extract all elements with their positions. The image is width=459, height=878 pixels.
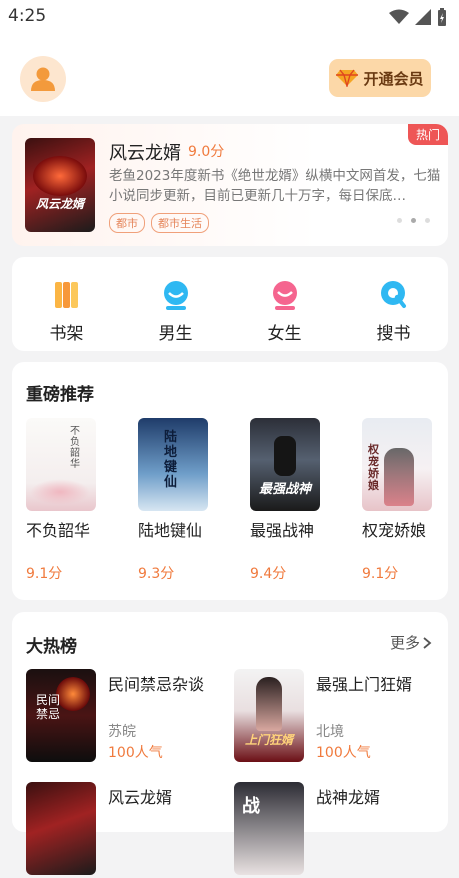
book-name: 权宠娇娘 xyxy=(362,521,427,540)
book-popularity: 100人气 xyxy=(316,745,371,761)
avatar[interactable] xyxy=(20,56,66,102)
book-cover-title: 战 xyxy=(242,796,260,817)
book-cover-title: 不负韶华 xyxy=(70,426,80,470)
banner-tag: 都市 xyxy=(109,213,145,233)
book-cover-title: 上门狂婿 xyxy=(244,733,293,747)
banner-tag: 都市生活 xyxy=(151,213,209,233)
book-title: 风云龙婿 xyxy=(108,788,173,807)
book-cover[interactable]: 民间禁忌 xyxy=(26,669,96,762)
hot-list-item[interactable]: 战 战神龙婿 xyxy=(234,782,440,878)
vip-label: 开通会员 xyxy=(363,69,424,88)
user-icon xyxy=(31,67,55,91)
book-title: 最强上门狂婿 xyxy=(316,675,413,694)
nav-female[interactable]: 女生 xyxy=(230,279,339,344)
bookshelf-icon xyxy=(54,282,78,308)
diamond-icon xyxy=(336,69,359,87)
status-bar: 4:25 xyxy=(0,0,459,34)
book-cover[interactable]: 上门狂婿 xyxy=(234,669,304,762)
recommend-book[interactable]: 陆地键仙 陆地键仙 9.3分 xyxy=(138,418,218,583)
more-label: 更多 xyxy=(389,634,420,652)
recommend-section: 重磅推荐 不负韶华 不负韶华 9.1分 陆地键仙 陆地键仙 9.3分 最强战神 … xyxy=(12,362,448,600)
book-name: 不负韶华 xyxy=(26,521,91,540)
book-score: 9.1分 xyxy=(26,566,63,582)
banner-cover-title: 风云龙婿 xyxy=(35,197,84,211)
book-cover-title: 最强战神 xyxy=(258,482,311,497)
recommend-book[interactable]: 权宠娇娘 权宠娇娘 9.1分 xyxy=(362,418,442,583)
search-book-icon xyxy=(380,281,406,308)
book-author: 北境 xyxy=(316,724,344,740)
recommend-book[interactable]: 不负韶华 不负韶华 9.1分 xyxy=(26,418,106,583)
male-icon xyxy=(163,281,188,310)
featured-banner[interactable]: 热门 风云龙婿 风云龙婿 9.0分 老鱼2023年度新书《绝世龙婿》纵横中文网首… xyxy=(12,124,448,246)
book-cover-title: 权宠娇娘 xyxy=(368,443,379,492)
carousel-dot xyxy=(425,218,430,223)
book-cover-title: 民间禁忌 xyxy=(36,693,61,721)
app-header: 开通会员 xyxy=(0,34,459,116)
system-icons xyxy=(389,8,447,26)
status-time: 4:25 xyxy=(8,6,47,26)
nav-male[interactable]: 男生 xyxy=(121,279,230,344)
recommend-book[interactable]: 最强战神 最强战神 9.4分 xyxy=(250,418,330,583)
chevron-right-icon xyxy=(423,636,432,649)
carousel-dots xyxy=(397,218,430,223)
wifi-icon xyxy=(389,9,409,24)
carousel-dot xyxy=(397,218,402,223)
quick-nav: 书架 男生 女生 搜书 xyxy=(12,257,448,351)
book-cover[interactable]: 最强战神 xyxy=(250,418,320,511)
recommend-title: 重磅推荐 xyxy=(26,385,94,405)
book-score: 9.1分 xyxy=(362,566,399,582)
book-cover[interactable]: 陆地键仙 xyxy=(138,418,208,511)
nav-label: 男生 xyxy=(158,324,193,344)
hot-list-item[interactable]: 风云龙婿 xyxy=(26,782,226,878)
carousel-dot-active xyxy=(411,218,416,223)
book-name: 陆地键仙 xyxy=(138,521,203,540)
nav-search[interactable]: 搜书 xyxy=(339,279,448,344)
banner-cover[interactable]: 风云龙婿 xyxy=(25,138,95,232)
more-link[interactable]: 更多 xyxy=(390,632,432,653)
book-cover-title: 陆地键仙 xyxy=(164,430,178,490)
nav-label: 女生 xyxy=(267,324,302,344)
hot-list-item[interactable]: 上门狂婿 最强上门狂婿 北境 100人气 xyxy=(234,669,440,765)
battery-icon xyxy=(438,8,446,26)
book-title: 战神龙婿 xyxy=(316,788,381,807)
book-score: 9.3分 xyxy=(138,566,175,582)
book-score: 9.4分 xyxy=(250,566,287,582)
book-cover[interactable]: 战 xyxy=(234,782,304,875)
female-icon xyxy=(272,281,297,310)
hot-list-title: 大热榜 xyxy=(26,637,77,657)
book-popularity: 100人气 xyxy=(108,745,163,761)
banner-title: 风云龙婿 xyxy=(109,143,181,164)
book-cover[interactable]: 不负韶华 xyxy=(26,418,96,511)
banner-score: 9.0分 xyxy=(188,144,225,160)
banner-description: 老鱼2023年度新书《绝世龙婿》纵横中文网首发，七猫小说同步更新，目前已更新几十… xyxy=(109,168,441,204)
hot-list-item[interactable]: 民间禁忌 民间禁忌杂谈 苏皖 100人气 xyxy=(26,669,226,765)
signal-icon xyxy=(415,9,431,25)
hot-list-section: 大热榜 更多 民间禁忌 民间禁忌杂谈 苏皖 100人气 上门狂婿 最强上门狂婿 … xyxy=(12,612,448,875)
book-name: 最强战神 xyxy=(250,521,315,540)
nav-label: 搜书 xyxy=(376,324,411,344)
nav-label: 书架 xyxy=(49,324,84,344)
book-author: 苏皖 xyxy=(108,724,136,740)
hot-badge: 热门 xyxy=(407,124,448,145)
banner-tags: 都市 都市生活 xyxy=(109,213,209,233)
nav-bookshelf[interactable]: 书架 xyxy=(12,279,121,344)
book-title: 民间禁忌杂谈 xyxy=(108,675,205,694)
vip-button[interactable]: 开通会员 xyxy=(329,59,431,97)
book-cover[interactable] xyxy=(26,782,96,875)
book-cover[interactable]: 权宠娇娘 xyxy=(362,418,432,511)
